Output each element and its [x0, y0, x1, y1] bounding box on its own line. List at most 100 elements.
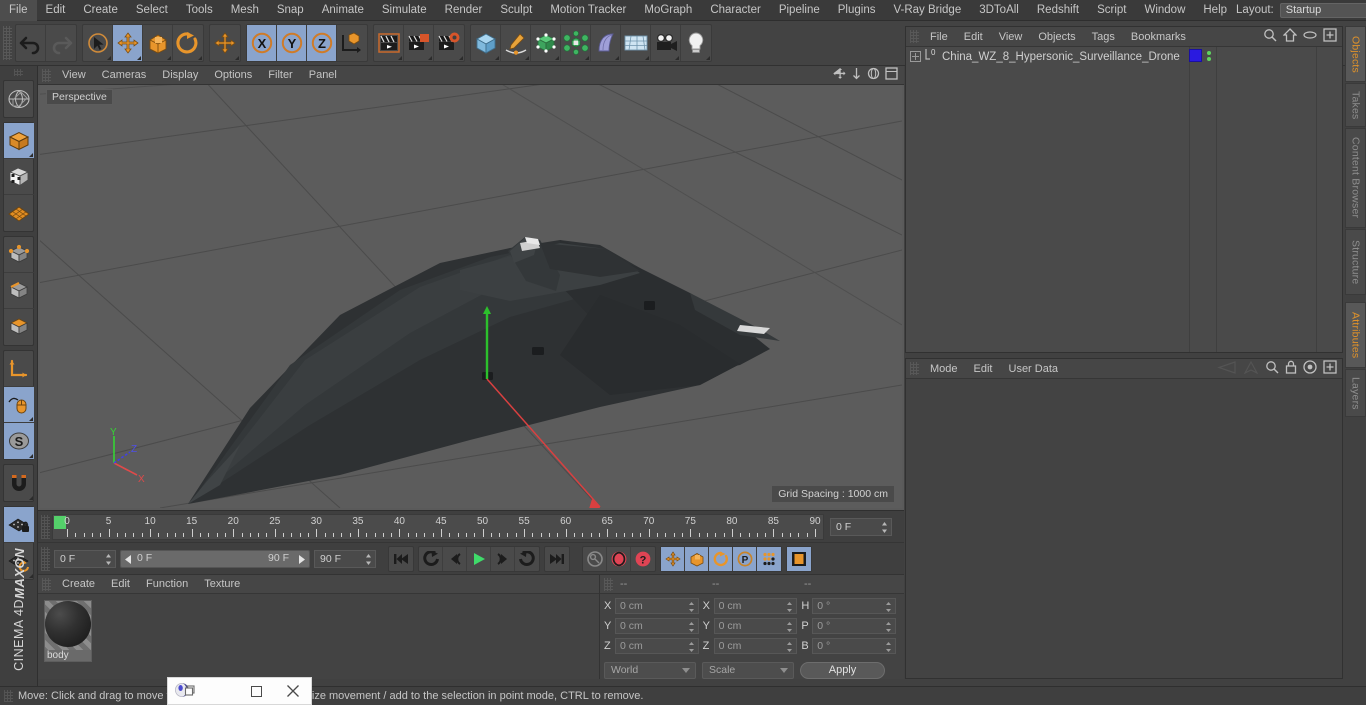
material-list[interactable]: body: [38, 594, 599, 668]
menu-character[interactable]: Character: [701, 0, 770, 21]
attributes-grip[interactable]: [910, 362, 919, 375]
make-editable-button[interactable]: [4, 81, 34, 117]
viewport-menu-filter[interactable]: Filter: [260, 66, 300, 85]
viewport-menu-cameras[interactable]: Cameras: [94, 66, 155, 85]
menu-redshift[interactable]: Redshift: [1028, 0, 1088, 21]
target-icon[interactable]: [1303, 360, 1317, 377]
record-position-button[interactable]: [661, 546, 685, 571]
coordinate-size-field[interactable]: 0 cm: [713, 598, 798, 614]
free-move-tool[interactable]: [210, 25, 240, 61]
coordinate-position-field[interactable]: 0 cm: [614, 618, 699, 634]
layout-dropdown[interactable]: Startup: [1279, 2, 1366, 18]
viewport-menu-options[interactable]: Options: [206, 66, 260, 85]
record-active-objects-button[interactable]: [607, 546, 631, 571]
edges-mode-button[interactable]: [4, 273, 34, 309]
coordinate-rotation-field[interactable]: 0 °: [812, 598, 896, 614]
material-menu-create[interactable]: Create: [54, 575, 103, 594]
live-selection-tool[interactable]: [83, 25, 113, 61]
menu-snap[interactable]: Snap: [268, 0, 313, 21]
timeline-grip[interactable]: [41, 514, 50, 539]
object-menu-file[interactable]: File: [922, 27, 956, 47]
add-generator-button[interactable]: [531, 25, 561, 61]
record-parameter-button[interactable]: P: [733, 546, 757, 571]
timeline-current-frame-field[interactable]: 0 F: [830, 517, 892, 536]
close-window-button[interactable]: [275, 678, 311, 705]
spinner-icon[interactable]: [688, 621, 695, 634]
spinner-icon[interactable]: [786, 641, 793, 654]
lock-z-axis-button[interactable]: Z: [307, 25, 337, 61]
coordinate-mode-dropdown[interactable]: Scale: [702, 661, 794, 679]
keyframe-selection-button[interactable]: ?: [631, 547, 655, 571]
left-palette-grip[interactable]: [14, 69, 23, 76]
search-icon[interactable]: [1265, 360, 1279, 377]
spinner-icon[interactable]: [688, 641, 695, 654]
spinner-icon[interactable]: [881, 521, 888, 534]
menu-pipeline[interactable]: Pipeline: [770, 0, 829, 21]
spinner-icon[interactable]: [688, 601, 695, 614]
lock-y-axis-button[interactable]: Y: [277, 25, 307, 61]
range-right-arrow-icon[interactable]: [297, 554, 306, 568]
maximize-view-icon[interactable]: [885, 67, 898, 83]
soft-selection-button[interactable]: S: [4, 423, 34, 459]
transport-grip[interactable]: [41, 546, 50, 571]
tab-layers[interactable]: Layers: [1345, 369, 1366, 417]
toolbar-grip[interactable]: [3, 26, 12, 60]
texture-mode-button[interactable]: [4, 159, 34, 195]
spinner-icon[interactable]: [786, 601, 793, 614]
snap-magnet-button[interactable]: [4, 465, 34, 501]
eye-icon[interactable]: [1303, 30, 1317, 43]
record-scale-button[interactable]: [685, 546, 709, 571]
preview-range-slider[interactable]: 0 F 90 F: [120, 549, 310, 568]
zoom-view-icon[interactable]: [851, 67, 862, 83]
redo-button[interactable]: [46, 25, 76, 61]
spinner-icon[interactable]: [885, 641, 892, 654]
expand-toggle-icon[interactable]: [910, 51, 921, 62]
tab-takes[interactable]: Takes: [1345, 83, 1366, 127]
attributes-menu-user-data[interactable]: User Data: [1001, 359, 1067, 379]
coordinate-grip[interactable]: [604, 577, 613, 591]
world-object-coordinate-button[interactable]: [337, 25, 367, 61]
plus-box-icon[interactable]: [1323, 360, 1337, 377]
coordinate-rotation-field[interactable]: 0 °: [812, 618, 896, 634]
menu-sculpt[interactable]: Sculpt: [491, 0, 541, 21]
viewport-menu-panel[interactable]: Panel: [301, 66, 345, 85]
coordinate-rotation-field[interactable]: 0 °: [812, 638, 896, 654]
previous-keyframe-button[interactable]: [419, 546, 443, 571]
add-deformer-button[interactable]: [591, 25, 621, 61]
menu-select[interactable]: Select: [127, 0, 177, 21]
play-button[interactable]: [467, 546, 491, 571]
tab-content-browser[interactable]: Content Browser: [1345, 128, 1366, 228]
add-cube-button[interactable]: [471, 25, 501, 61]
undo-button[interactable]: [16, 25, 46, 61]
menu-mesh[interactable]: Mesh: [222, 0, 268, 21]
object-manager-grip[interactable]: [910, 30, 919, 43]
points-mode-button[interactable]: [4, 237, 34, 273]
editor-visibility-dot[interactable]: [1207, 50, 1211, 55]
tab-structure[interactable]: Structure: [1345, 229, 1366, 295]
attributes-content[interactable]: [906, 379, 1342, 678]
coordinate-position-field[interactable]: 0 cm: [614, 638, 699, 654]
material-menu-edit[interactable]: Edit: [103, 575, 138, 594]
rotate-tool[interactable]: [173, 25, 203, 61]
menu-animate[interactable]: Animate: [313, 0, 373, 21]
viewport-view-label[interactable]: Perspective: [46, 89, 113, 105]
tab-objects[interactable]: Objects: [1345, 26, 1366, 82]
coordinate-size-field[interactable]: 0 cm: [713, 638, 798, 654]
end-frame-field[interactable]: 90 F: [314, 549, 376, 568]
material-menu-function[interactable]: Function: [138, 575, 196, 594]
material-item[interactable]: body: [44, 600, 92, 662]
menu-3dtoall[interactable]: 3DToAll: [970, 0, 1028, 21]
attributes-menu-edit[interactable]: Edit: [966, 359, 1001, 379]
viewport-menu-display[interactable]: Display: [154, 66, 206, 85]
spinner-icon[interactable]: [105, 553, 112, 566]
rotate-view-icon[interactable]: [867, 67, 880, 83]
coordinate-system-dropdown[interactable]: World: [604, 661, 696, 679]
object-menu-bookmarks[interactable]: Bookmarks: [1123, 27, 1194, 47]
lock-workplane-button[interactable]: [4, 507, 34, 543]
home-icon[interactable]: [1282, 28, 1298, 45]
maximize-window-button[interactable]: [238, 678, 274, 705]
render-to-picture-viewer-button[interactable]: [404, 25, 434, 61]
record-rotation-button[interactable]: [709, 546, 733, 571]
material-menu-grip[interactable]: [42, 577, 51, 591]
back-arrow-icon[interactable]: [1215, 360, 1237, 377]
